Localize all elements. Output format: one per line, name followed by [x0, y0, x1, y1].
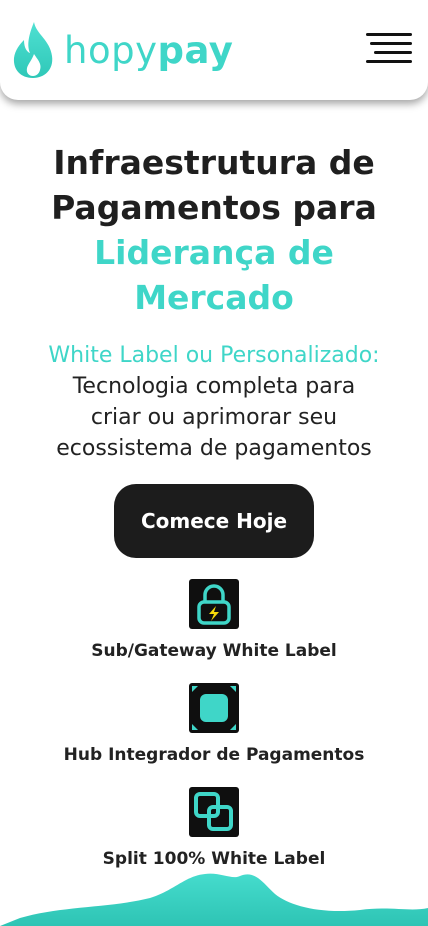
subtitle-line-3: ecossistema de pagamentos [56, 436, 372, 461]
feature-label: Split 100% White Label [102, 849, 326, 869]
decorative-wave [0, 873, 428, 926]
hero-title-line-2: Pagamentos para [51, 188, 377, 227]
hero-subtitle: White Label ou Personalizado: Tecnologia… [10, 340, 418, 464]
subtitle-line-2: criar ou aprimorar seu [90, 405, 338, 430]
logo[interactable]: hopypay [12, 20, 233, 78]
split-squares-icon [189, 787, 239, 837]
logo-text: hopypay [64, 32, 233, 69]
feature-item: Split 100% White Label [0, 787, 428, 869]
lock-bolt-icon [189, 579, 239, 629]
hero-title: Infraestrutura de Pagamentos para Lidera… [0, 140, 428, 320]
flame-icon [13, 22, 53, 78]
feature-label: Sub/Gateway White Label [91, 641, 337, 661]
hub-square-icon [189, 683, 239, 733]
start-today-button[interactable]: Comece Hoje [114, 484, 314, 558]
subtitle-line-1: Tecnologia completa para [72, 374, 356, 399]
hero-title-line-1: Infraestrutura de [53, 143, 375, 182]
logo-text-accent: pay [157, 28, 234, 72]
hero-title-accent-line-2: Mercado [134, 278, 294, 317]
hamburger-menu-icon[interactable] [366, 32, 414, 68]
feature-label: Hub Integrador de Pagamentos [63, 745, 365, 765]
hero-title-accent-line-1: Liderança de [94, 233, 334, 272]
feature-item: Hub Integrador de Pagamentos [0, 683, 428, 765]
subtitle-accent: White Label ou Personalizado: [48, 343, 380, 368]
site-header: hopypay [0, 0, 428, 100]
logo-text-primary: hopy [64, 28, 158, 72]
feature-item: Sub/Gateway White Label [0, 579, 428, 661]
